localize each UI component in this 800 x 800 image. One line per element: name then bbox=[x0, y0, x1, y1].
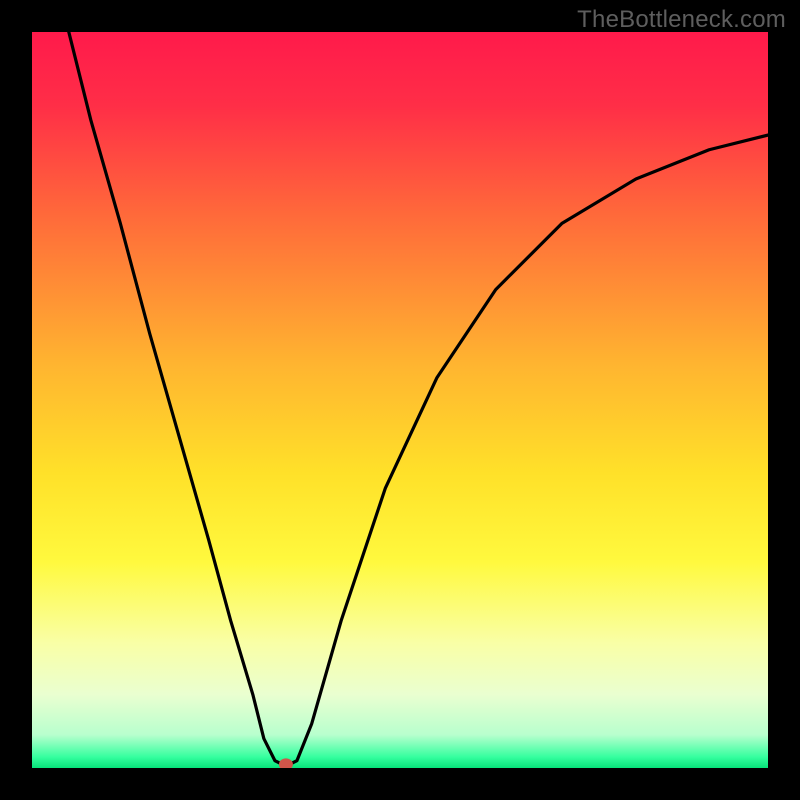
watermark-text: TheBottleneck.com bbox=[577, 6, 786, 34]
chart-plot-area bbox=[32, 32, 768, 768]
chart-svg bbox=[32, 32, 768, 768]
chart-background bbox=[32, 32, 768, 768]
